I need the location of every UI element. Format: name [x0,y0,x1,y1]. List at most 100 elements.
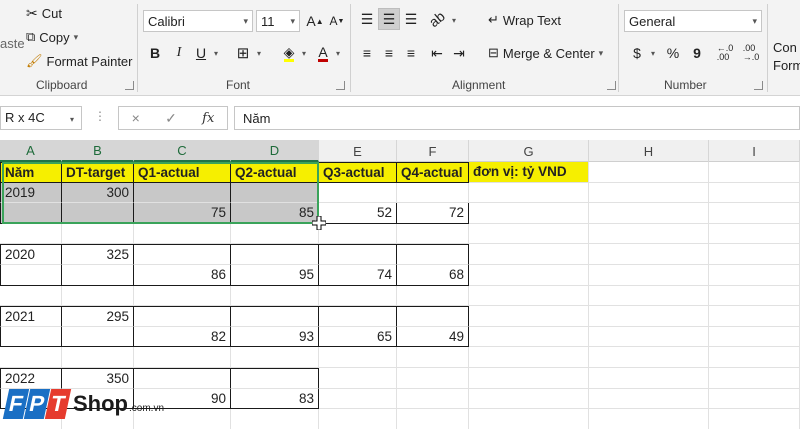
empty-cell[interactable] [709,203,800,224]
empty-cell[interactable] [469,223,589,245]
cell[interactable]: 75 [134,203,231,224]
clipboard-launcher-icon[interactable] [125,81,134,90]
grow-font-button[interactable]: A ▲ [304,10,326,32]
empty-cell[interactable] [231,347,319,368]
empty-cell[interactable] [469,265,589,286]
empty-cell[interactable] [134,182,231,204]
empty-cell[interactable] [134,306,231,327]
empty-cell[interactable] [469,182,589,204]
column-header-f[interactable]: F [397,140,469,162]
borders-button[interactable]: ⊞ [232,42,254,64]
decrease-decimal-button[interactable]: .00 →.0 [740,42,762,64]
cell[interactable]: DT-target [62,162,134,183]
empty-cell[interactable] [62,285,134,307]
empty-cell[interactable] [709,182,800,204]
fill-color-button[interactable]: ◈ [278,42,300,64]
column-header-g[interactable]: G [469,140,589,162]
empty-cell[interactable] [397,306,469,327]
alignment-launcher-icon[interactable] [607,81,616,90]
chevron-down-icon[interactable]: ▾ [302,49,306,58]
empty-cell[interactable] [709,244,800,265]
empty-cell[interactable] [62,265,134,286]
empty-cell[interactable] [397,182,469,204]
empty-cell[interactable] [709,368,800,389]
cell[interactable]: 295 [62,306,134,327]
cell[interactable]: 49 [397,326,469,348]
align-top-button[interactable]: ☰ [356,8,378,30]
insert-function-button[interactable]: fx [202,111,214,126]
column-header-a[interactable]: A [0,140,62,162]
empty-cell[interactable] [589,326,709,348]
cell[interactable]: Q1-actual [134,162,231,183]
cell[interactable]: 68 [397,265,469,286]
empty-cell[interactable] [709,306,800,327]
empty-cell[interactable] [469,368,589,389]
conditional-formatting-button[interactable]: Con Form [773,40,800,74]
cancel-icon[interactable]: × [132,110,140,126]
empty-cell[interactable] [709,265,800,286]
empty-cell[interactable] [709,347,800,368]
empty-cell[interactable] [62,347,134,368]
comma-style-button[interactable]: 9 [686,42,708,64]
empty-cell[interactable] [0,203,62,224]
empty-cell[interactable] [231,285,319,307]
empty-cell[interactable] [589,347,709,368]
cell[interactable]: 95 [231,265,319,286]
empty-cell[interactable] [134,223,231,245]
cell[interactable]: 52 [319,203,397,224]
empty-cell[interactable] [62,223,134,245]
empty-cell[interactable] [62,326,134,348]
cell[interactable]: 93 [231,326,319,348]
empty-cell[interactable] [397,347,469,368]
empty-cell[interactable] [319,388,397,410]
column-header-e[interactable]: E [319,140,397,162]
chevron-down-icon[interactable]: ▾ [651,49,655,58]
chevron-down-icon[interactable]: ▾ [70,115,74,124]
empty-cell[interactable] [589,409,709,429]
empty-cell[interactable] [709,388,800,410]
empty-cell[interactable] [134,285,231,307]
cell[interactable]: 85 [231,203,319,224]
formula-input[interactable]: Năm [234,106,800,130]
empty-cell[interactable] [589,244,709,265]
cell[interactable]: Q4-actual [397,162,469,183]
orientation-button[interactable]: ab [426,8,448,30]
empty-cell[interactable] [397,223,469,245]
empty-cell[interactable] [319,306,397,327]
percent-button[interactable]: % [662,42,684,64]
copy-button[interactable]: ⧉ Copy ▾ [26,29,78,45]
empty-cell[interactable] [589,203,709,224]
cell[interactable]: 86 [134,265,231,286]
empty-cell[interactable] [319,223,397,245]
empty-cell[interactable] [319,368,397,389]
cut-button[interactable]: ✂ Cut [26,5,62,22]
empty-cell[interactable] [709,285,800,307]
empty-cell[interactable] [319,182,397,204]
empty-cell[interactable] [397,244,469,265]
column-header-b[interactable]: B [62,140,134,162]
underline-button[interactable]: U [190,42,212,64]
wrap-text-button[interactable]: ↵ Wrap Text [488,12,561,28]
empty-cell[interactable] [589,388,709,410]
empty-cell[interactable] [397,409,469,429]
format-painter-button[interactable]: 🖌 Format Painter [26,53,133,69]
cell[interactable]: 83 [231,388,319,410]
align-left-button[interactable]: ≡ [356,42,378,64]
chevron-down-icon[interactable]: ▾ [214,49,218,58]
empty-cell[interactable] [231,306,319,327]
merge-center-button[interactable]: ⊟ Merge & Center ▾ [488,45,603,61]
empty-cell[interactable] [469,388,589,410]
chevron-down-icon[interactable]: ▾ [452,16,456,25]
chevron-down-icon[interactable]: ▾ [336,49,340,58]
enter-icon[interactable]: ✓ [165,110,177,127]
column-header-d[interactable]: D [231,140,319,162]
column-header-i[interactable]: I [709,140,800,162]
chevron-down-icon[interactable]: ▾ [74,32,79,43]
empty-cell[interactable] [397,368,469,389]
empty-cell[interactable] [589,162,709,183]
empty-cell[interactable] [469,326,589,348]
empty-cell[interactable] [62,203,134,224]
empty-cell[interactable] [709,409,800,429]
empty-cell[interactable] [397,388,469,410]
empty-cell[interactable] [709,223,800,245]
